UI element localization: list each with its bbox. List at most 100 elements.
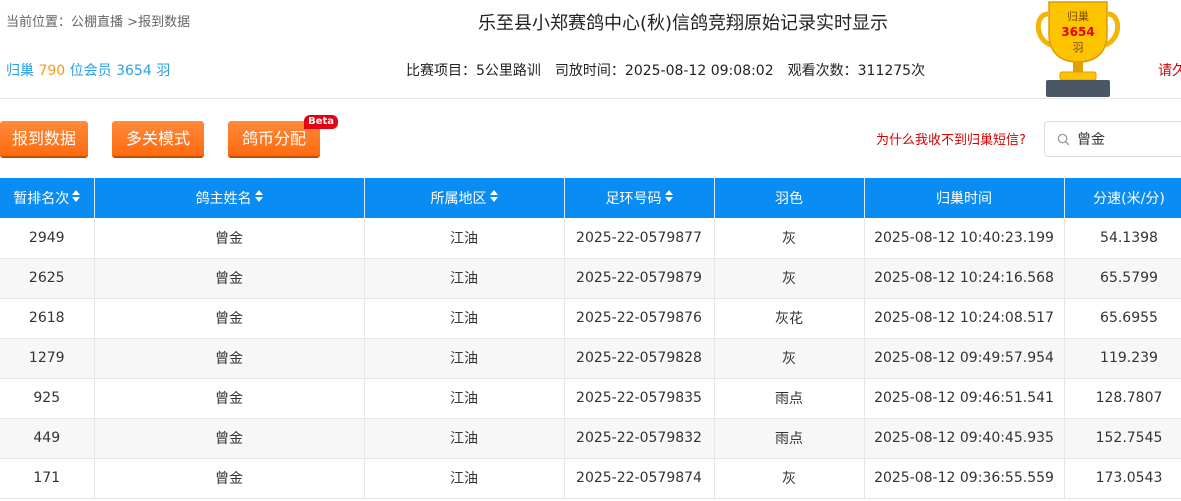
report-data-button[interactable]: 报到数据	[0, 121, 88, 156]
cell-rank: 449	[0, 418, 95, 459]
table-row[interactable]: 1279 曾金 江油 2025-22-0579828 灰 2025-08-12 09:49…	[0, 338, 1181, 379]
stats-label-members: 位会员	[69, 63, 112, 79]
stats-label-homing: 归巢	[6, 63, 34, 79]
col-header-time[interactable]: 归巢时间	[864, 178, 1065, 218]
cell-ring: 2025-22-0579832	[564, 418, 715, 459]
stats-bird-count: 3654	[116, 63, 152, 79]
cell-region: 江油	[364, 458, 565, 499]
table-header-row: 暂排名次 鸽主姓名 所属地区 足环号码 羽色 归巢时间 分速(米/分)	[0, 178, 1181, 218]
table-row[interactable]: 2625 曾金 江油 2025-22-0579879 灰 2025-08-12 10:24…	[0, 258, 1181, 299]
cell-time: 2025-08-12 10:24:08.517	[864, 298, 1065, 339]
cell-region: 江油	[364, 338, 565, 379]
cell-color: 灰	[714, 458, 865, 499]
stats-member-count: 790	[38, 63, 66, 79]
multi-stage-mode-button[interactable]: 多关模式	[112, 121, 204, 156]
cell-speed: 173.0543	[1064, 458, 1181, 499]
table-row[interactable]: 2949 曾金 江油 2025-22-0579877 灰 2025-08-12 10:40…	[0, 218, 1181, 259]
cell-speed: 128.7807	[1064, 378, 1181, 419]
col-header-owner[interactable]: 鸽主姓名	[94, 178, 365, 218]
sort-arrows-icon[interactable]	[489, 190, 498, 205]
page-title: 乐至县小郑赛鸽中心(秋)信鸽竞翔原始记录实时显示	[478, 13, 889, 34]
col-header-region[interactable]: 所属地区	[364, 178, 565, 218]
side-notice-link[interactable]: 请久	[1158, 60, 1181, 80]
cell-color: 雨点	[714, 378, 865, 419]
race-project-value: 5公里路训	[476, 63, 541, 79]
col-header-speed[interactable]: 分速(米/分)	[1064, 178, 1181, 218]
trophy-count: 3654	[1061, 25, 1094, 39]
table-row[interactable]: 171 曾金 江油 2025-22-0579874 灰 2025-08-12 09:36:…	[0, 458, 1181, 499]
col-header-color[interactable]: 羽色	[714, 178, 865, 218]
breadcrumb-separator: >	[123, 15, 139, 30]
cell-color: 灰	[714, 338, 865, 379]
cell-owner: 曾金	[94, 458, 365, 499]
cell-owner: 曾金	[94, 258, 365, 299]
table-row[interactable]: 449 曾金 江油 2025-22-0579832 雨点 2025-08-12 09:40…	[0, 418, 1181, 459]
search-input[interactable]	[1077, 128, 1181, 150]
cell-time: 2025-08-12 10:24:16.568	[864, 258, 1065, 299]
cell-ring: 2025-22-0579876	[564, 298, 715, 339]
stats-label-birds: 羽	[156, 63, 171, 79]
cell-owner: 曾金	[94, 418, 365, 459]
cell-speed: 65.6955	[1064, 298, 1181, 339]
beta-badge: Beta	[304, 115, 338, 129]
cell-owner: 曾金	[94, 378, 365, 419]
cell-rank: 2949	[0, 218, 95, 259]
breadcrumb-link-live[interactable]: 公棚直播	[71, 15, 123, 30]
release-time-label: 司放时间：	[554, 63, 625, 79]
cell-color: 雨点	[714, 418, 865, 459]
column-header-label: 所属地区	[430, 191, 487, 207]
coin-distribution-button[interactable]: 鸽币分配 Beta	[228, 115, 338, 156]
sort-arrows-icon[interactable]	[72, 190, 81, 205]
cell-ring: 2025-22-0579879	[564, 258, 715, 299]
cell-ring: 2025-22-0579874	[564, 458, 715, 499]
cell-rank: 171	[0, 458, 95, 499]
cell-time: 2025-08-12 10:40:23.199	[864, 218, 1065, 259]
col-header-ring[interactable]: 足环号码	[564, 178, 715, 218]
race-project-label: 比赛项目：	[406, 63, 476, 79]
search-icon	[1057, 133, 1070, 146]
cell-color: 灰	[714, 218, 865, 259]
results-table: 暂排名次 鸽主姓名 所属地区 足环号码 羽色 归巢时间 分速(米/分) 2949 曾金 江油 20…	[0, 178, 1181, 499]
cell-rank: 925	[0, 378, 95, 419]
cell-time: 2025-08-12 09:40:45.935	[864, 418, 1065, 459]
breadcrumb: 当前位置：公棚直播 >报到数据	[6, 11, 190, 30]
table-row[interactable]: 925 曾金 江油 2025-22-0579835 雨点 2025-08-12 09:46…	[0, 378, 1181, 419]
sort-arrows-icon[interactable]	[254, 190, 263, 205]
cell-ring: 2025-22-0579877	[564, 218, 715, 259]
trophy-label-homing: 归巢	[1067, 9, 1089, 23]
sort-arrows-icon[interactable]	[664, 190, 673, 205]
coin-distribution-label: 鸽币分配	[241, 129, 306, 148]
cell-speed: 65.5799	[1064, 258, 1181, 299]
header-divider	[0, 98, 1181, 99]
cell-color: 灰花	[714, 298, 865, 339]
column-header-label: 归巢时间	[936, 191, 992, 207]
cell-owner: 曾金	[94, 218, 365, 259]
cell-time: 2025-08-12 09:36:55.559	[864, 458, 1065, 499]
view-count-label: 观看次数：	[787, 63, 858, 79]
race-info: 比赛项目：5公里路训 司放时间：2025-08-12 09:08:02 观看次数：3…	[406, 60, 925, 80]
cell-rank: 1279	[0, 338, 95, 379]
column-header-label: 鸽主姓名	[195, 191, 252, 207]
trophy-icon: 归巢 3654 羽	[1036, 1, 1120, 97]
column-header-label: 分速(米/分)	[1093, 191, 1165, 207]
view-count-value: 311275次	[857, 63, 926, 79]
breadcrumb-prefix: 当前位置：	[6, 15, 72, 30]
cell-ring: 2025-22-0579835	[564, 378, 715, 419]
table-row[interactable]: 2618 曾金 江油 2025-22-0579876 灰花 2025-08-12 10:2…	[0, 298, 1181, 339]
cell-speed: 119.239	[1064, 338, 1181, 379]
cell-region: 江油	[364, 218, 565, 259]
cell-time: 2025-08-12 09:46:51.541	[864, 378, 1065, 419]
cell-region: 江油	[364, 298, 565, 339]
cell-color: 灰	[714, 258, 865, 299]
breadcrumb-link-report[interactable]: 报到数据	[138, 15, 190, 30]
col-header-rank[interactable]: 暂排名次	[0, 178, 95, 218]
cell-owner: 曾金	[94, 298, 365, 339]
cell-time: 2025-08-12 09:49:57.954	[864, 338, 1065, 379]
cell-ring: 2025-22-0579828	[564, 338, 715, 379]
cell-owner: 曾金	[94, 338, 365, 379]
cell-region: 江油	[364, 378, 565, 419]
sms-help-link[interactable]: 为什么我收不到归巢短信?	[876, 129, 1026, 148]
trophy-label-birds: 羽	[1073, 41, 1084, 54]
cell-rank: 2625	[0, 258, 95, 299]
cell-speed: 54.1398	[1064, 218, 1181, 259]
